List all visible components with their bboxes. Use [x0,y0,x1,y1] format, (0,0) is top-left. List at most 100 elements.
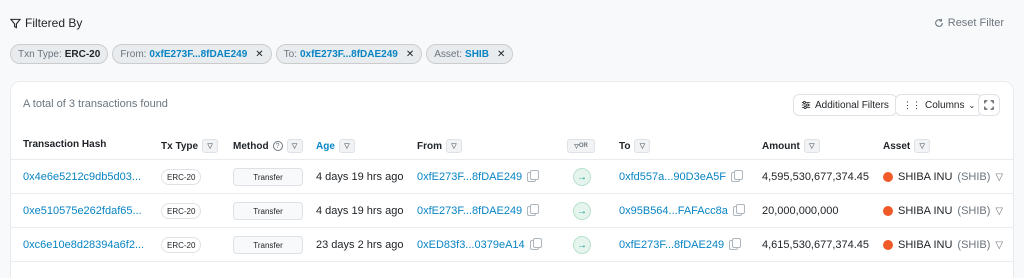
direction-arrow-icon: → [573,202,591,220]
header-label: To [619,140,631,152]
tx-type-badge: ERC-20 [161,203,202,219]
filter-icon[interactable]: ▽ [446,139,462,153]
amount-value: 4,615,530,677,374.45 [762,239,870,251]
or-filter-badge[interactable]: ▽ OR [567,139,595,153]
asset-symbol: (SHIB) [957,171,991,183]
chip-asset: Asset: SHIB ✕ [426,44,514,64]
header-label: From [417,140,442,152]
filter-icon[interactable]: ▽ [914,139,931,153]
direction-arrow-icon: → [573,236,591,254]
asset-symbol: (SHIB) [957,239,991,251]
method-badge: Transfer [233,168,303,186]
col-amount: Amount ▽ [762,139,820,153]
filter-icon[interactable]: ▽ [286,139,303,153]
col-transaction-hash: Transaction Hash [23,139,106,150]
chip-from: From: 0xfE273F...8fDAE249 ✕ [112,44,272,64]
columns-icon: ⋮⋮ [903,99,921,110]
chip-to: To: 0xfE273F...8fDAE249 ✕ [275,44,423,64]
additional-filters-button[interactable]: Additional Filters [793,94,897,116]
chevron-down-icon: ⌄ [968,100,976,110]
or-label: OR [578,143,588,149]
expand-icon [984,100,994,110]
asset-name-link[interactable]: SHIBA INU [898,205,952,217]
asset-cell: SHIBA INU (SHIB) ▽ [883,171,1003,183]
col-from: From ▽ [417,139,462,153]
to-address-link[interactable]: 0xfd557a...90D3eA5F [619,171,726,183]
filter-chips: Txn Type: ERC-20 From: 0xfE273F...8fDAE2… [10,44,514,64]
col-asset: Asset ▽ [883,139,931,153]
asset-name-link[interactable]: SHIBA INU [898,171,952,183]
shiba-inu-token-icon [883,240,893,250]
transactions-card: A total of 3 transactions found Addition… [10,81,1014,278]
help-icon[interactable]: ? [272,141,283,151]
copy-icon[interactable] [731,170,744,182]
to-cell: 0xfE273F...8fDAE249 [619,238,742,251]
columns-button[interactable]: ⋮⋮ Columns ⌄ [895,94,984,116]
shiba-inu-token-icon [883,206,893,216]
reset-filter-button[interactable]: Reset Filter [934,17,1004,29]
chip-label: To: [283,48,297,60]
direction-arrow-icon: → [573,168,591,186]
copy-icon[interactable] [732,204,745,216]
funnel-icon [10,18,21,29]
close-icon[interactable]: ✕ [406,49,414,60]
filter-icon[interactable]: ▽ [995,206,1003,217]
filter-icon[interactable]: ▽ [338,139,355,153]
method-badge: Transfer [233,236,303,254]
filter-icon[interactable]: ▽ [803,139,820,153]
col-method: Method? ▽ [233,139,303,153]
to-address-link[interactable]: 0xfE273F...8fDAE249 [619,239,724,251]
from-address-link[interactable]: 0xfE273F...8fDAE249 [417,171,522,183]
fullscreen-button[interactable] [978,94,1000,116]
header-label: Age [316,140,335,152]
tx-hash-link[interactable]: 0xe510575e262fdaf65... [23,205,142,217]
filter-icon[interactable]: ▽ [202,139,219,153]
col-or-filter[interactable]: ▽ OR [567,139,595,153]
filter-icon[interactable]: ▽ [995,172,1003,183]
to-cell: 0xfd557a...90D3eA5F [619,170,744,183]
copy-icon[interactable] [529,238,542,250]
copy-icon[interactable] [729,238,742,250]
amount-value: 20,000,000,000 [762,205,839,217]
age-value: 23 days 2 hrs ago [316,239,404,251]
tx-hash-link[interactable]: 0xc6e10e8d28394a6f2... [23,239,144,251]
to-address-link[interactable]: 0x95B564...FAFAcc8a [619,205,728,217]
chip-value[interactable]: 0xfE273F...8fDAE249 [300,49,398,60]
filtered-by-header: Filtered By [10,16,82,30]
method-badge: Transfer [233,202,303,220]
chip-label: From: [120,48,147,60]
from-address-link[interactable]: 0xfE273F...8fDAE249 [417,205,522,217]
close-icon[interactable]: ✕ [255,49,263,60]
header-label: Transaction Hash [23,139,107,150]
asset-cell: SHIBA INU (SHIB) ▽ [883,205,1003,217]
chip-label: Asset: [434,48,463,60]
tx-type-badge: ERC-20 [161,169,202,185]
tx-hash-link[interactable]: 0x4e6e5212c9db5d03... [23,171,141,183]
asset-cell: SHIBA INU (SHIB) ▽ [883,239,1003,251]
age-value: 4 days 19 hrs ago [316,205,404,217]
header-label: Amount [762,140,800,152]
table-row: 0xc6e10e8d28394a6f2... ERC-20 Transfer 2… [11,228,1013,262]
filter-icon[interactable]: ▽ [995,240,1003,251]
copy-icon[interactable] [527,204,540,216]
from-address-link[interactable]: 0xED83f3...0379eA14 [417,239,525,251]
filter-icon[interactable]: ▽ [634,139,651,153]
chip-value[interactable]: SHIB [465,49,489,60]
header-label: Method [233,140,269,152]
to-cell: 0x95B564...FAFAcc8a [619,204,745,217]
transactions-summary: A total of 3 transactions found [23,98,168,110]
col-to: To ▽ [619,139,651,153]
col-age[interactable]: Age ▽ [316,139,355,153]
chip-value[interactable]: 0xfE273F...8fDAE249 [149,49,247,60]
table-row: 0xe510575e262fdaf65... ERC-20 Transfer 4… [11,194,1013,228]
from-cell: 0xfE273F...8fDAE249 [417,170,540,183]
copy-icon[interactable] [527,170,540,182]
shiba-inu-token-icon [883,172,893,182]
close-icon[interactable]: ✕ [497,49,505,60]
asset-name-link[interactable]: SHIBA INU [898,239,952,251]
amount-value: 4,595,530,677,374.45 [762,171,870,183]
chip-label: Txn Type: [18,48,62,60]
columns-label: Columns [925,99,965,111]
sliders-icon [801,101,811,109]
filtered-by-title: Filtered By [25,16,83,30]
